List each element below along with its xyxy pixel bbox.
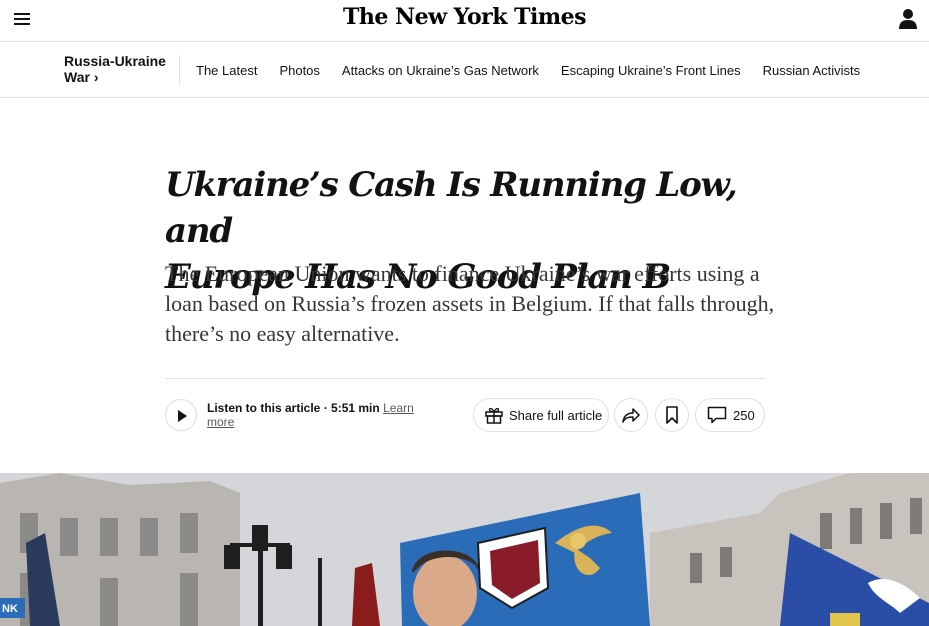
nyt-logo[interactable]: The New York Times <box>0 4 929 30</box>
section-title-link[interactable]: Russia-Ukraine War › <box>64 53 174 85</box>
section-divider <box>179 55 180 85</box>
gift-icon <box>485 407 503 424</box>
share-button[interactable] <box>614 398 648 432</box>
article-lead-photo: NK <box>0 473 929 626</box>
top-bar: The New York Times <box>0 0 929 42</box>
save-bookmark-button[interactable] <box>655 398 689 432</box>
play-icon <box>178 410 187 422</box>
section-nav: Russia-Ukraine War › The Latest Photos A… <box>0 42 929 98</box>
play-audio-button[interactable] <box>165 399 197 431</box>
comment-bubble-icon <box>707 406 727 424</box>
share-arrow-icon <box>622 408 640 423</box>
divider-rule <box>165 378 765 379</box>
nav-link-latest[interactable]: The Latest <box>196 63 257 78</box>
listen-info: Listen to this article · 5:51 min Learn … <box>207 401 427 429</box>
nav-link-gas-network[interactable]: Attacks on Ukraine’s Gas Network <box>342 63 539 78</box>
svg-text:NK: NK <box>2 603 18 615</box>
user-account-icon[interactable] <box>899 8 917 30</box>
share-full-article-label: Share full article <box>509 407 603 423</box>
bookmark-icon <box>666 406 678 424</box>
nav-link-photos[interactable]: Photos <box>279 63 319 78</box>
listen-duration: · 5:51 min <box>320 401 380 415</box>
share-full-article-button[interactable]: Share full article <box>473 398 609 432</box>
comments-button[interactable]: 250 <box>695 398 765 432</box>
listen-label: Listen to this article <box>207 401 321 415</box>
section-links: The Latest Photos Attacks on Ukraine’s G… <box>196 63 882 78</box>
comment-count: 250 <box>733 407 755 423</box>
section-title-line1: Russia-Ukraine <box>64 53 166 69</box>
nav-link-russian-activists[interactable]: Russian Activists <box>763 63 861 78</box>
headline-line-1: Ukraine’s Cash Is Running Low, and <box>165 165 738 251</box>
nav-link-front-lines[interactable]: Escaping Ukraine’s Front Lines <box>561 63 741 78</box>
section-title-line2: War › <box>64 69 99 85</box>
article-summary: The European Union wants to finance Ukra… <box>165 261 775 346</box>
